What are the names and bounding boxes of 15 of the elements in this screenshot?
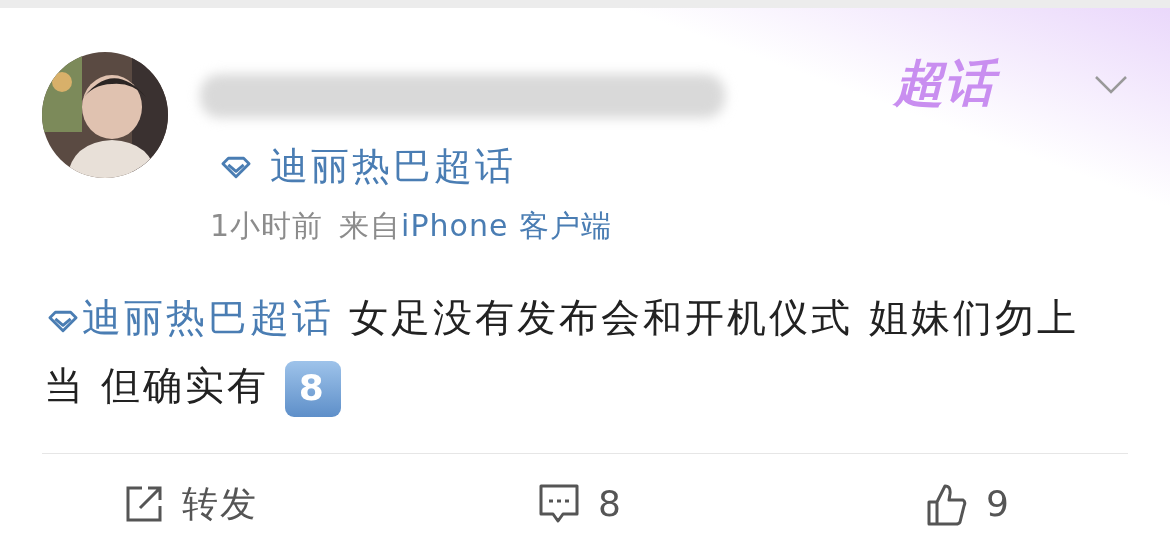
comment-icon (538, 483, 580, 525)
thumbs-up-icon (926, 482, 968, 526)
super-topic-label: 超话 (890, 48, 1008, 118)
share-icon (124, 484, 164, 524)
like-button[interactable]: 9 (926, 477, 1011, 531)
topic-link[interactable]: 迪丽热巴超话 (44, 295, 334, 340)
number-emoji: 8 (284, 360, 341, 417)
repost-button[interactable]: 转发 (124, 477, 258, 531)
chevron-down-icon[interactable] (1094, 74, 1128, 95)
post-text: 迪丽热巴超话 女足没有发布会和开机仪式 姐妹们勿上当 但确实有 8 (44, 284, 1120, 420)
topic-link[interactable]: 迪丽热巴超话 (270, 138, 516, 195)
post-source: 来自 iPhone 客户端 (339, 207, 612, 245)
comment-button[interactable]: 8 (538, 477, 623, 531)
source-link[interactable]: iPhone 客户端 (401, 208, 612, 243)
post-time: 1小时前 (210, 207, 324, 245)
